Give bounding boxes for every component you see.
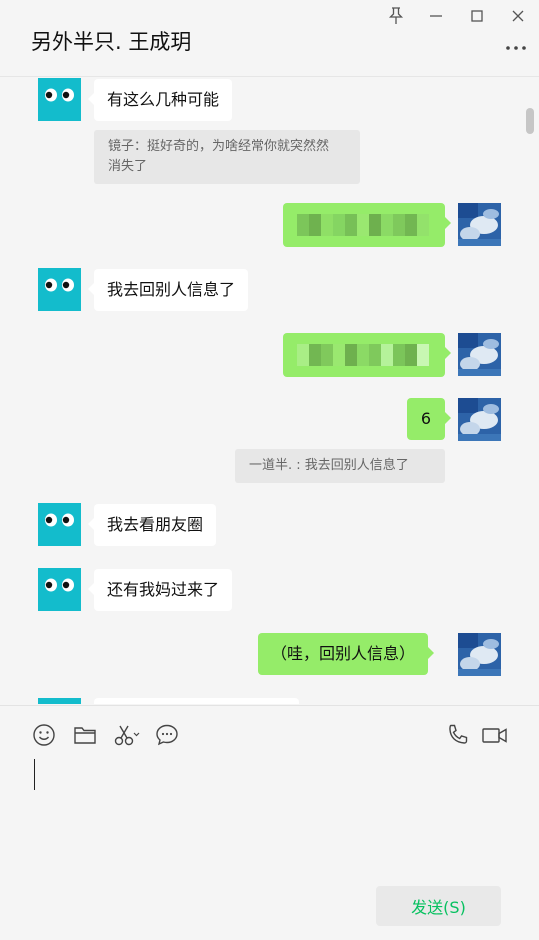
folder-icon[interactable] (72, 722, 98, 748)
contact-avatar[interactable] (38, 503, 81, 546)
message-bubble[interactable]: （哇，回别人信息） (258, 633, 435, 675)
quote-line: 镜子：挺好奇的，为啥经常你就突然然 (108, 139, 330, 154)
pixelation (297, 214, 431, 236)
quoted-message[interactable]: 镜子：挺好奇的，为啥经常你就突然然 消失了 (94, 130, 360, 184)
more-options-icon[interactable] (505, 38, 527, 58)
message-bubble[interactable]: 我去回别人信息了 (87, 269, 249, 311)
close-icon[interactable] (506, 4, 530, 28)
scissors-icon[interactable] (112, 722, 142, 748)
maximize-icon[interactable] (465, 4, 489, 28)
message-list[interactable]: 有这么几种可能 镜子：挺好奇的，为啥经常你就突然然 消失了 我去回别人信息了 6… (0, 78, 539, 704)
contact-avatar[interactable] (38, 568, 81, 611)
quoted-message[interactable]: 一道半. : 我去回别人信息了 (235, 449, 445, 483)
scrollbar[interactable] (526, 108, 534, 134)
send-button[interactable]: 发送(S) (376, 886, 501, 926)
my-avatar[interactable] (458, 203, 501, 246)
chat-title: 另外半只. 王成玥 (31, 30, 192, 54)
message-bubble[interactable]: 还有我妈过来了 (87, 569, 233, 611)
my-avatar[interactable] (458, 633, 501, 676)
minimize-icon[interactable] (424, 4, 448, 28)
message-bubble-partial[interactable] (94, 698, 299, 704)
quote-line: 消失了 (108, 159, 148, 174)
contact-avatar[interactable] (38, 268, 81, 311)
pixelation (297, 344, 431, 366)
contact-avatar[interactable] (38, 698, 81, 704)
my-avatar[interactable] (458, 398, 501, 441)
my-avatar[interactable] (458, 333, 501, 376)
emoji-icon[interactable] (31, 722, 57, 748)
pixelated-image-message[interactable] (283, 203, 451, 247)
input-area: 发送(S) (0, 705, 539, 940)
phone-icon[interactable] (445, 722, 471, 748)
message-bubble[interactable]: 6 (407, 398, 451, 440)
pin-icon[interactable] (384, 4, 408, 28)
chat-history-icon[interactable] (154, 722, 180, 748)
title-bar: 另外半只. 王成玥 (0, 0, 539, 77)
message-input[interactable] (20, 751, 520, 871)
video-icon[interactable] (481, 722, 509, 748)
pixelated-image-message[interactable] (283, 333, 451, 377)
contact-avatar[interactable] (38, 78, 81, 121)
message-bubble[interactable]: 我去看朋友圈 (87, 504, 217, 546)
message-bubble[interactable]: 有这么几种可能 (87, 79, 233, 121)
